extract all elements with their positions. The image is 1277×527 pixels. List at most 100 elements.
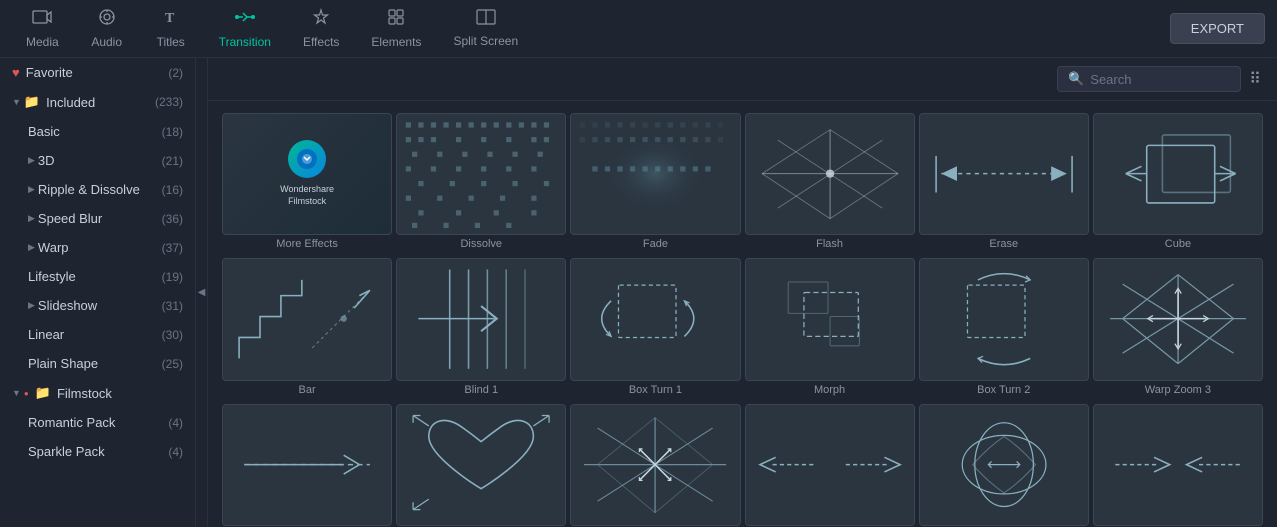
toolbar-transition[interactable]: Transition — [205, 2, 285, 55]
toolbar-effects[interactable]: Effects — [289, 2, 353, 55]
sidebar-item-filmstock[interactable]: ▼ ● 📁 Filmstock — [0, 378, 195, 408]
boxturn2-thumb — [919, 258, 1089, 380]
transition-grid: WondershareFilmstock More Effects — [222, 113, 1263, 527]
sidebar-item-ripple[interactable]: ▶ Ripple & Dissolve (16) — [0, 175, 195, 204]
export-button[interactable]: EXPORT — [1170, 13, 1265, 44]
ws-logo — [288, 140, 326, 178]
heart-icon: ♥ — [12, 65, 20, 80]
sidebar-item-favorite[interactable]: ♥ Favorite (2) — [0, 58, 195, 87]
transition-label: Transition — [219, 35, 271, 49]
sidebar-slideshow-label: Slideshow — [38, 298, 158, 313]
grid-item-colsplit[interactable]: Col Split — [745, 404, 915, 527]
toolbar-splitscreen[interactable]: Split Screen — [439, 3, 532, 54]
content-header: 🔍 ⠿ — [208, 58, 1277, 101]
erase-thumb — [919, 113, 1089, 235]
filmstock-collapse-icon[interactable]: ▼ — [12, 388, 21, 398]
ripple-arrow-icon[interactable]: ▶ — [28, 184, 35, 195]
grid-item-dissolve[interactable]: Dissolve — [396, 113, 566, 254]
sidebar-ripple-label: Ripple & Dissolve — [38, 182, 158, 197]
sidebar-romantic-label: Romantic Pack — [28, 415, 164, 430]
sidebar-item-plainshape[interactable]: Plain Shape (25) — [0, 349, 195, 378]
titles-icon: T — [162, 8, 180, 31]
grid-view-icon[interactable]: ⠿ — [1249, 69, 1261, 89]
filmstock-folder-icon: 📁 — [35, 385, 51, 401]
sidebar-included-label: Included — [46, 95, 151, 110]
toolbar-audio[interactable]: Audio — [77, 2, 137, 55]
sidebar-collapse-handle[interactable]: ◀ — [196, 58, 208, 527]
morph-label: Morph — [745, 381, 915, 400]
slideshow-arrow-icon[interactable]: ▶ — [28, 300, 35, 311]
sidebar-sparkle-label: Sparkle Pack — [28, 444, 164, 459]
grid-item-bar[interactable]: Bar — [222, 258, 392, 399]
sidebar-item-basic[interactable]: Basic (18) — [0, 117, 195, 146]
sidebar-romantic-count: (4) — [168, 416, 183, 430]
morph-thumb — [745, 258, 915, 380]
sidebar-item-romantic[interactable]: Romantic Pack (4) — [0, 408, 195, 437]
toolbar-media[interactable]: Media — [12, 2, 73, 55]
blind1-label: Blind 1 — [396, 381, 566, 400]
sidebar-plainshape-count: (25) — [162, 357, 183, 371]
grid-item-morph[interactable]: Morph — [745, 258, 915, 399]
sidebar-item-slideshow[interactable]: ▶ Slideshow (31) — [0, 291, 195, 320]
boxturn1-thumb — [570, 258, 740, 380]
sidebar-3d-label: 3D — [38, 153, 158, 168]
flash-thumb — [745, 113, 915, 235]
dissolve-label: Dissolve — [396, 235, 566, 254]
grid-item-fade[interactable]: Fade — [570, 113, 740, 254]
grid-item-heart[interactable]: Heart — [396, 404, 566, 527]
included-folder-icon: 📁 — [24, 94, 40, 110]
grid-item-flash[interactable]: Flash — [745, 113, 915, 254]
fade-thumb — [570, 113, 740, 235]
3d-arrow-icon[interactable]: ▶ — [28, 155, 35, 166]
sidebar-item-sparkle[interactable]: Sparkle Pack (4) — [0, 437, 195, 466]
titles-label: Titles — [157, 35, 185, 49]
sidebar-slideshow-count: (31) — [162, 299, 183, 313]
blind1-thumb — [396, 258, 566, 380]
grid-item-blind1[interactable]: Blind 1 — [396, 258, 566, 399]
colmerge-thumb — [1093, 404, 1263, 526]
sidebar-item-linear[interactable]: Linear (30) — [0, 320, 195, 349]
sidebar-item-speedblur[interactable]: ▶ Speed Blur (36) — [0, 204, 195, 233]
grid-item-evaporate2[interactable]: Evaporate 2 — [919, 404, 1089, 527]
grid-item-colmerge[interactable]: Col Merge — [1093, 404, 1263, 527]
grid-item-cube[interactable]: Cube — [1093, 113, 1263, 254]
sidebar-3d-count: (21) — [162, 154, 183, 168]
sidebar-item-lifestyle[interactable]: Lifestyle (19) — [0, 262, 195, 291]
sidebar-sparkle-count: (4) — [168, 445, 183, 459]
cube-label: Cube — [1093, 235, 1263, 254]
collapse-chevron-icon: ◀ — [198, 287, 206, 298]
audio-icon — [98, 8, 116, 31]
audio-label: Audio — [91, 35, 122, 49]
warpzoom3-label: Warp Zoom 3 — [1093, 381, 1263, 400]
boxturn1-label: Box Turn 1 — [570, 381, 740, 400]
search-input[interactable] — [1090, 72, 1230, 87]
sidebar-item-included[interactable]: ▼ 📁 Included (233) — [0, 87, 195, 117]
toolbar-elements[interactable]: Elements — [357, 2, 435, 55]
sidebar-favorite-count: (2) — [168, 66, 183, 80]
grid-item-more-effects[interactable]: WondershareFilmstock More Effects — [222, 113, 392, 254]
svg-text:T: T — [165, 11, 175, 26]
grid-item-boxturn2[interactable]: Box Turn 2 — [919, 258, 1089, 399]
filmstock-dot-icon: ● — [24, 389, 29, 398]
grid-scroll[interactable]: WondershareFilmstock More Effects — [208, 101, 1277, 527]
warp-arrow-icon[interactable]: ▶ — [28, 242, 35, 253]
grid-item-warpzoom6[interactable]: Warp Zoom 6 — [570, 404, 740, 527]
elements-icon — [387, 8, 405, 31]
sidebar-basic-count: (18) — [162, 125, 183, 139]
toolbar: Media Audio T Titles Transition Effects … — [0, 0, 1277, 58]
colsplit-thumb — [745, 404, 915, 526]
search-box[interactable]: 🔍 — [1057, 66, 1241, 92]
main-container: ♥ Favorite (2) ▼ 📁 Included (233) Basic … — [0, 58, 1277, 527]
warpzoom3-thumb — [1093, 258, 1263, 380]
grid-item-erase[interactable]: Erase — [919, 113, 1089, 254]
toolbar-titles[interactable]: T Titles — [141, 2, 201, 55]
grid-item-boxturn1[interactable]: Box Turn 1 — [570, 258, 740, 399]
bar-label: Bar — [222, 381, 392, 400]
sidebar-item-warp[interactable]: ▶ Warp (37) — [0, 233, 195, 262]
sidebar-item-3d[interactable]: ▶ 3D (21) — [0, 146, 195, 175]
grid-item-eraseslide[interactable]: Erase Slide — [222, 404, 392, 527]
media-icon — [32, 8, 52, 31]
speedblur-arrow-icon[interactable]: ▶ — [28, 213, 35, 224]
included-collapse-icon[interactable]: ▼ — [12, 97, 21, 107]
grid-item-warpzoom3[interactable]: Warp Zoom 3 — [1093, 258, 1263, 399]
